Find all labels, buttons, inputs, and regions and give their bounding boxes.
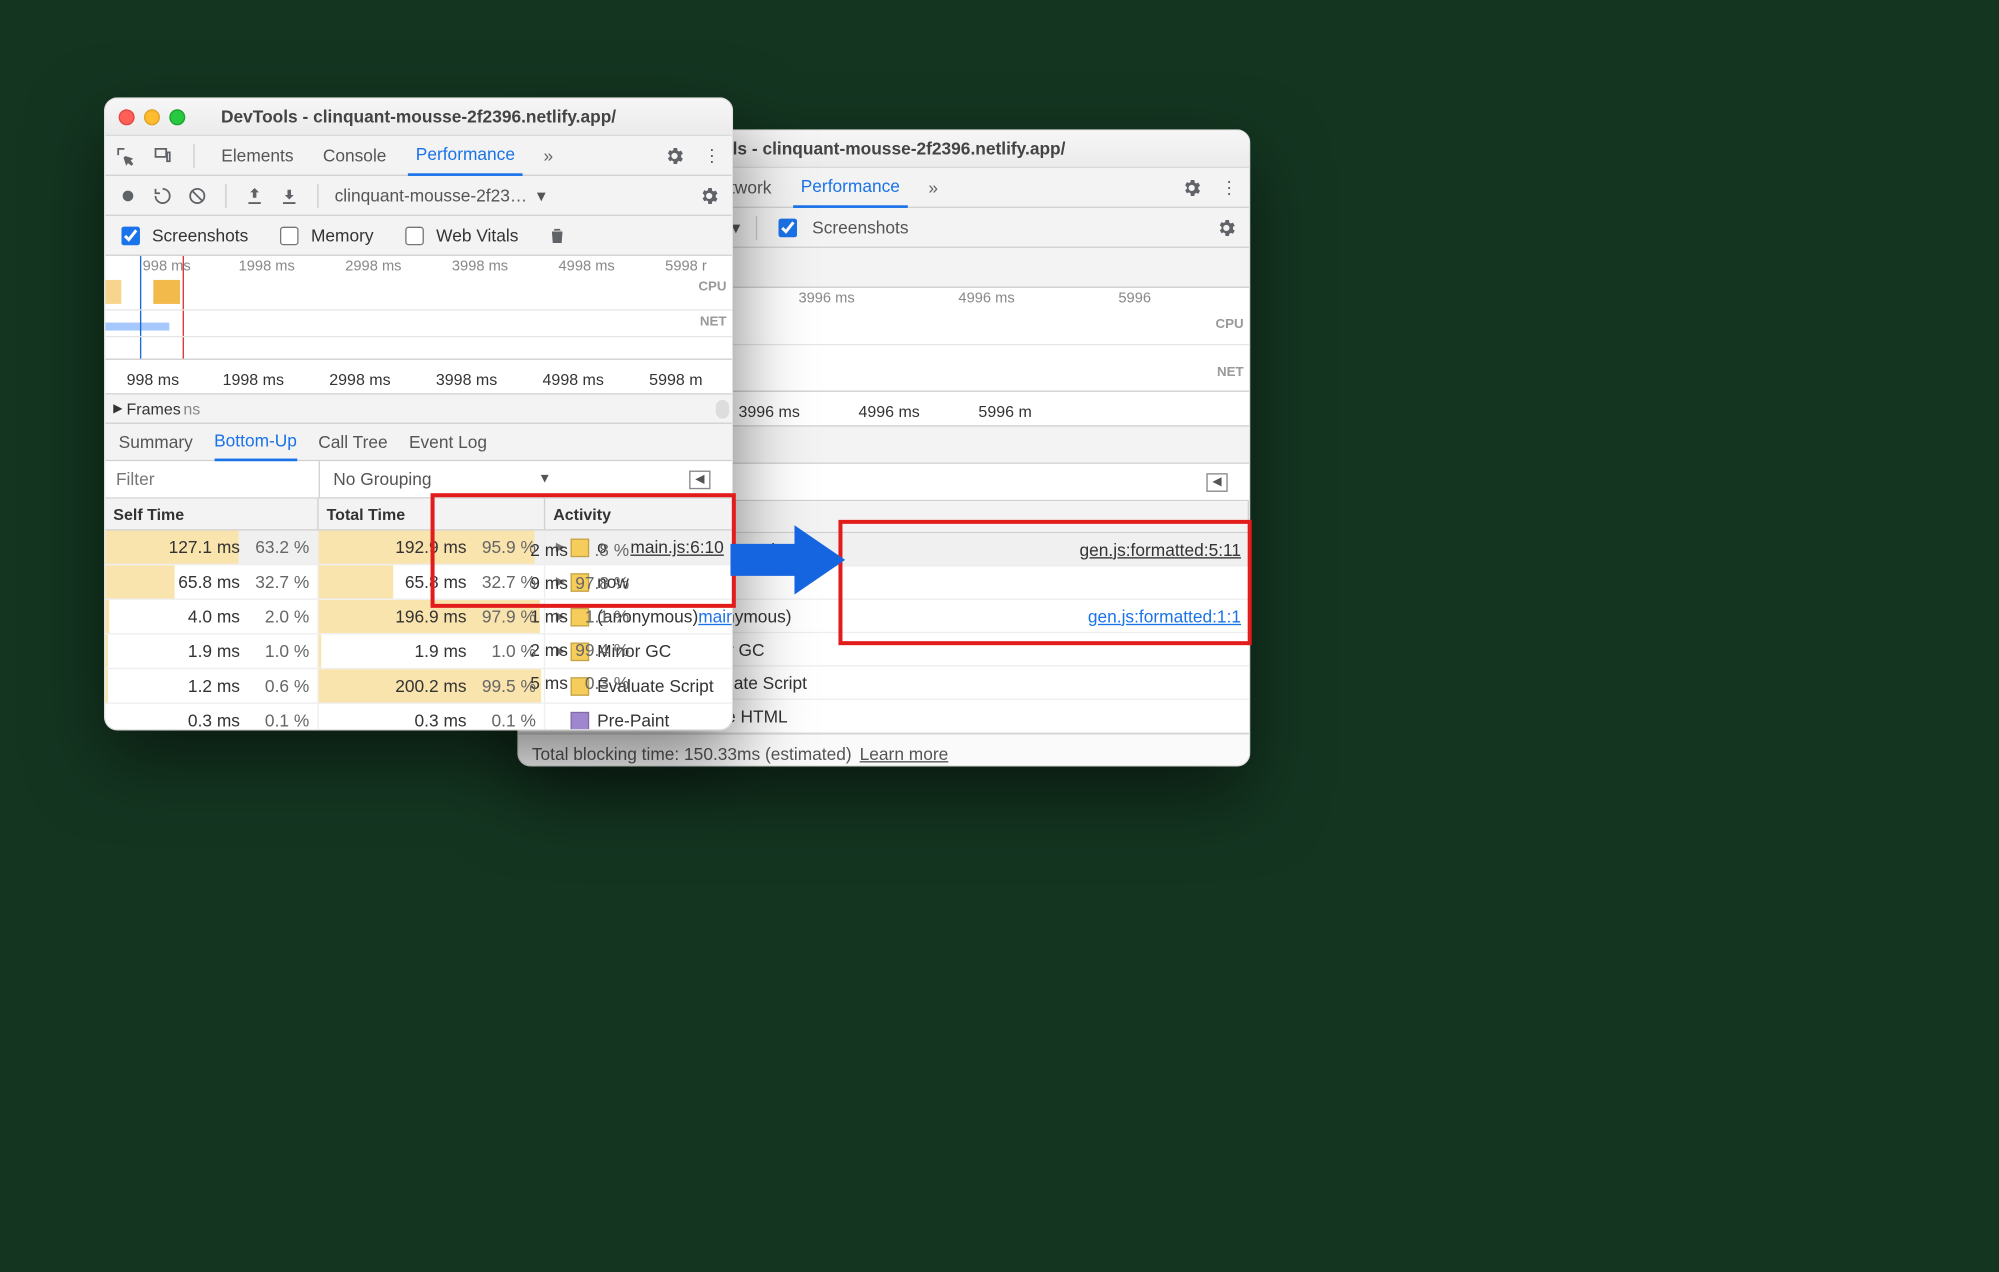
source-link[interactable]: main.js:6:10: [630, 537, 723, 557]
tab-elements[interactable]: Elements: [213, 135, 301, 175]
screenshots-checkbox[interactable]: [121, 226, 140, 245]
url-select[interactable]: clinquant-mousse-2f23… ▾: [335, 185, 546, 206]
activity-name: takeABreak: [690, 539, 1079, 559]
gear-icon[interactable]: [697, 183, 721, 207]
record-icon[interactable]: [116, 183, 140, 207]
trash-icon[interactable]: [545, 223, 569, 247]
cpu-flame: [153, 280, 180, 304]
devtools-window-front: DevTools - clinquant-mousse-2f2396.netli…: [104, 97, 733, 730]
tab-performance[interactable]: Performance: [408, 135, 523, 175]
source-link[interactable]: gen.js:formatted:1:1: [1088, 606, 1241, 626]
cpu-flame: [105, 280, 121, 304]
chevron-right-icon[interactable]: »: [921, 175, 945, 199]
marker-red: [183, 256, 184, 359]
total-time-cell: 65.8 ms32.7 %: [319, 565, 546, 598]
activity-cell: ▶ Pre-Paint: [545, 704, 732, 731]
memory-label: Memory: [311, 225, 374, 245]
clear-icon[interactable]: [185, 183, 209, 207]
table-row[interactable]: 127.1 ms63.2 % 192.9 ms95.9 % ▶ o main.j…: [105, 531, 732, 566]
titlebar: DevTools - clinquant-mousse-2f2396.netli…: [105, 99, 732, 136]
tab-performance[interactable]: Performance: [793, 167, 908, 207]
self-time-cell: 127.1 ms63.2 %: [105, 531, 318, 564]
filter-input[interactable]: [105, 462, 318, 497]
upload-icon[interactable]: [243, 183, 267, 207]
table-row[interactable]: 1.9 ms1.0 % 1.9 ms1.0 % ▶ Minor GC: [105, 635, 732, 670]
subtab-eventlog[interactable]: Event Log: [409, 423, 487, 460]
kebab-icon[interactable]: ⋮: [1217, 175, 1241, 199]
table-row[interactable]: 0.3 ms0.1 % 0.3 ms0.1 % ▶ Pre-Paint: [105, 704, 732, 731]
header-total[interactable]: Total Time: [319, 499, 546, 530]
activity-name: Pre-Paint: [597, 710, 724, 730]
grouping-select[interactable]: No Grouping ▼ ◀: [319, 461, 732, 498]
webvitals-checkbox[interactable]: [406, 226, 425, 245]
download-icon[interactable]: [277, 183, 301, 207]
activity-name: Evaluate Script: [690, 672, 1241, 692]
frames-track[interactable]: ▶ Frames ns: [105, 395, 732, 424]
kebab-icon[interactable]: ⋮: [700, 143, 724, 167]
net-bar: [105, 323, 169, 331]
self-time-cell: 1.9 ms1.0 %: [105, 635, 318, 668]
panel-toggle-icon[interactable]: ◀: [1206, 473, 1227, 492]
self-time-cell: 65.8 ms32.7 %: [105, 565, 318, 598]
screenshots-label: Screenshots: [152, 225, 248, 245]
memory-checkbox[interactable]: [280, 226, 299, 245]
tab-console[interactable]: Console: [315, 135, 395, 175]
table-row[interactable]: 1.2 ms0.6 % 200.2 ms99.5 % ▶ Evaluate Sc…: [105, 669, 732, 704]
learn-more-link[interactable]: Learn more: [860, 744, 949, 764]
activity-name: now: [690, 573, 1241, 593]
subtab-summary[interactable]: Summary: [119, 423, 193, 460]
source-link[interactable]: gen.js:formatted:5:11: [1080, 539, 1242, 559]
marker-blue: [140, 256, 141, 359]
header-activity[interactable]: Activity: [545, 499, 732, 530]
filter-row: No Grouping ▼ ◀: [105, 461, 732, 498]
device-toggle-icon[interactable]: [151, 143, 175, 167]
total-time-cell: 196.9 ms97.9 %: [319, 600, 546, 633]
table-row[interactable]: 65.8 ms32.7 % 65.8 ms32.7 % ▶ now: [105, 565, 732, 600]
reload-icon[interactable]: [151, 183, 175, 207]
webvitals-label: Web Vitals: [436, 225, 518, 245]
subtab-bottomup[interactable]: Bottom-Up: [214, 423, 297, 460]
gear-icon[interactable]: [663, 143, 687, 167]
screenshots-checkbox[interactable]: [779, 218, 798, 237]
tab-strip: Elements Console Performance » ⋮: [105, 136, 732, 176]
total-time-cell: 0.3 ms0.1 %: [319, 704, 546, 731]
total-time-cell: 192.9 ms95.9 %: [319, 531, 546, 564]
self-time-cell: 4.0 ms2.0 %: [105, 600, 318, 633]
subtab-calltree[interactable]: Call Tree: [318, 423, 387, 460]
detail-subtabs: Summary Bottom-Up Call Tree Event Log: [105, 424, 732, 461]
activity-name: Parse HTML: [690, 706, 1241, 726]
gear-icon[interactable]: [1214, 215, 1238, 239]
total-time-cell: 200.2 ms99.5 %: [319, 669, 546, 702]
screenshots-label: Screenshots: [812, 217, 908, 237]
perf-options-row: Screenshots Memory Web Vitals: [105, 216, 732, 256]
inspect-icon[interactable]: [113, 143, 137, 167]
timeline-overview[interactable]: 998 ms 1998 ms 2998 ms 3998 ms 4998 ms 5…: [105, 256, 732, 360]
header-self[interactable]: Self Time: [105, 499, 318, 530]
category-swatch-icon: [570, 711, 589, 730]
gear-icon[interactable]: [1180, 175, 1204, 199]
chevron-right-icon[interactable]: »: [536, 143, 560, 167]
self-time-cell: 1.2 ms0.6 %: [105, 669, 318, 702]
scrollbar-thumb[interactable]: [716, 399, 729, 418]
panel-toggle-icon[interactable]: ◀: [689, 470, 710, 489]
activity-table-body: 127.1 ms63.2 % 192.9 ms95.9 % ▶ o main.j…: [105, 531, 732, 731]
source-link[interactable]: main.js:1:1: [698, 607, 732, 627]
activity-name: Minor GC: [690, 639, 1241, 659]
total-time-cell: 1.9 ms1.0 %: [319, 635, 546, 668]
self-time-cell: 0.3 ms0.1 %: [105, 704, 318, 731]
footer: Total blocking time: 150.33ms (estimated…: [519, 733, 1249, 766]
perf-toolbar: clinquant-mousse-2f23… ▾: [105, 176, 732, 216]
activity-name: (anonymous): [690, 606, 1087, 626]
table-row[interactable]: 4.0 ms2.0 % 196.9 ms97.9 % ▶ (anonymous)…: [105, 600, 732, 635]
timeline-ruler[interactable]: 998 ms 1998 ms 2998 ms 3998 ms 4998 ms 5…: [105, 360, 732, 395]
window-title: DevTools - clinquant-mousse-2f2396.netli…: [105, 107, 732, 127]
table-header: Self Time Total Time Activity: [105, 499, 732, 531]
